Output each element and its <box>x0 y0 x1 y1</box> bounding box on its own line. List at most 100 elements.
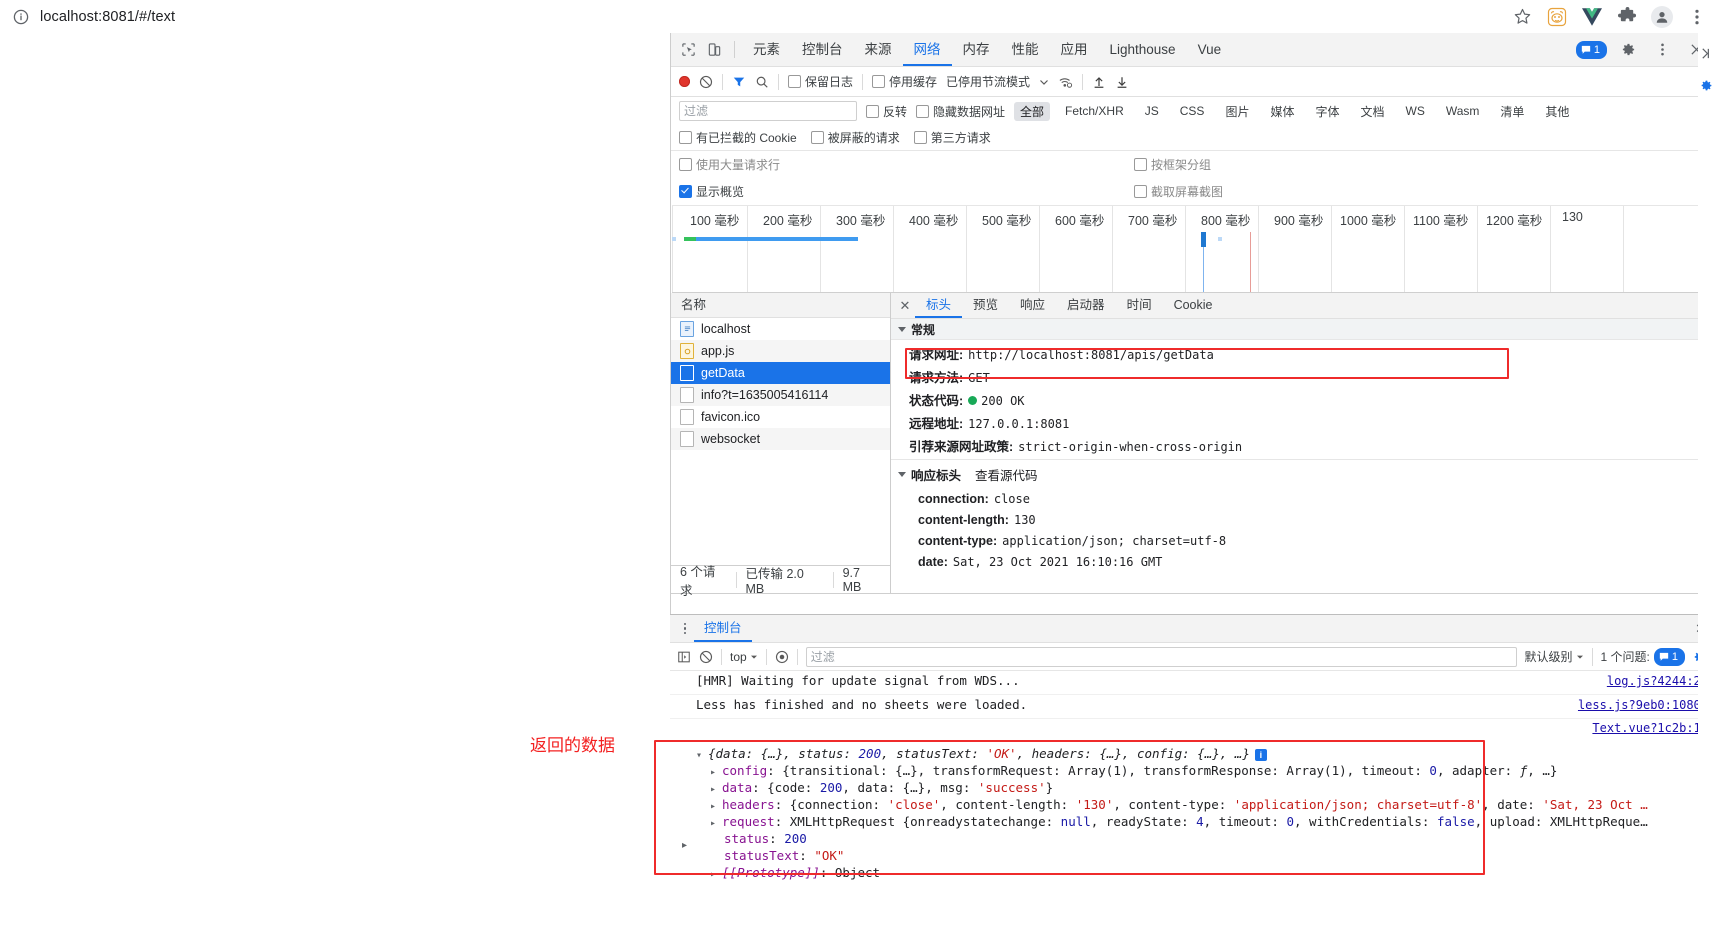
type-filter-all[interactable]: 全部 <box>1014 101 1051 121</box>
type-filter-wasm[interactable]: Wasm <box>1440 103 1486 119</box>
hide-data-urls-checkbox[interactable]: 隐藏数据网址 <box>916 103 1005 120</box>
rail-gear-icon[interactable] <box>1698 75 1714 95</box>
tab-network[interactable]: 网络 <box>903 33 952 66</box>
tab-elements[interactable]: 元素 <box>742 33 791 66</box>
type-filter-doc[interactable]: 文档 <box>1354 102 1390 121</box>
show-overview-checkbox[interactable]: 显示概览 <box>679 183 744 200</box>
tab-sources[interactable]: 来源 <box>854 33 903 66</box>
clear-network-icon[interactable] <box>699 75 713 89</box>
response-headers-section-header[interactable]: 响应标头 查看源代码 <box>891 459 1714 488</box>
info-badge-icon[interactable]: i <box>1254 749 1267 761</box>
console-object-tree[interactable]: ▾ {data: {…}, status: 200, statusText: '… <box>670 737 1714 881</box>
type-filter-other[interactable]: 其他 <box>1539 102 1575 121</box>
profile-avatar-icon[interactable] <box>1651 5 1673 28</box>
record-button-icon[interactable] <box>679 76 690 87</box>
filter-funnel-icon[interactable] <box>732 75 746 89</box>
device-toolbar-icon[interactable] <box>701 37 727 63</box>
detail-tab-response[interactable]: 响应 <box>1009 293 1056 318</box>
drawer-menu-icon[interactable] <box>676 622 694 635</box>
request-row-favicon[interactable]: favicon.ico <box>671 406 890 428</box>
type-filter-js[interactable]: JS <box>1139 103 1165 119</box>
disable-cache-checkbox[interactable]: 停用缓存 <box>872 73 937 90</box>
throttling-select[interactable]: 已停用节流模式 <box>946 73 1030 90</box>
type-filter-css[interactable]: CSS <box>1174 103 1211 119</box>
object-row-config[interactable]: ▸ config : {transitional: {…}, transform… <box>696 762 1714 779</box>
clear-console-icon[interactable] <box>699 650 713 664</box>
close-detail-icon[interactable]: ✕ <box>895 298 915 314</box>
request-row-app-js[interactable]: app.js <box>671 340 890 362</box>
chevron-right-icon[interactable]: ▸ <box>710 767 718 778</box>
invert-filter-checkbox[interactable]: 反转 <box>866 103 907 120</box>
request-row-websocket[interactable]: websocket <box>671 428 890 450</box>
request-row-info[interactable]: info?t=1635005416114 <box>671 384 890 406</box>
object-summary-line[interactable]: ▾ {data: {…}, status: 200, statusText: '… <box>696 745 1714 762</box>
network-conditions-icon[interactable] <box>1058 75 1073 89</box>
view-source-link[interactable]: 查看源代码 <box>975 465 1038 484</box>
third-party-checkbox[interactable]: 第三方请求 <box>913 129 991 146</box>
cow-extension-icon[interactable] <box>1546 6 1568 28</box>
console-filter-input[interactable]: 过滤 <box>805 646 1517 667</box>
console-message-source[interactable]: less.js?9eb0:10805 <box>1578 698 1714 712</box>
console-object-source[interactable]: Text.vue?1c2b:16 <box>1592 721 1714 735</box>
type-filter-media[interactable]: 媒体 <box>1264 102 1300 121</box>
tab-lighthouse[interactable]: Lighthouse <box>1099 33 1187 66</box>
request-row-getdata[interactable]: getData <box>671 362 890 384</box>
type-filter-ws[interactable]: WS <box>1400 103 1431 119</box>
chrome-menu-icon[interactable] <box>1686 6 1708 28</box>
console-message-less[interactable]: Less has finished and no sheets were loa… <box>670 695 1714 719</box>
object-row-prototype[interactable]: ▸ [[Prototype]] : Object <box>696 864 1714 881</box>
chevron-expanded-icon[interactable]: ▾ <box>696 750 704 761</box>
detail-tab-preview[interactable]: 预览 <box>962 293 1009 318</box>
detail-tab-timing[interactable]: 时间 <box>1116 293 1163 318</box>
gear-icon[interactable] <box>1615 37 1641 63</box>
chevron-right-icon[interactable]: ▸ <box>710 801 718 812</box>
export-har-icon[interactable] <box>1115 75 1129 89</box>
type-filter-img[interactable]: 图片 <box>1219 102 1255 121</box>
console-sidebar-icon[interactable] <box>677 650 691 664</box>
object-row-request[interactable]: ▸ request : XMLHttpRequest {onreadystate… <box>696 813 1714 830</box>
console-prompt-chevron-icon[interactable]: ▸ <box>682 840 687 851</box>
vue-devtools-icon[interactable] <box>1581 6 1603 28</box>
network-filter-input[interactable]: 过滤 <box>679 101 857 121</box>
type-filter-font[interactable]: 字体 <box>1309 102 1345 121</box>
general-section-header[interactable]: 常规 <box>891 319 1714 340</box>
chevron-down-icon[interactable] <box>1039 77 1049 87</box>
request-list-header-name[interactable]: 名称 <box>671 293 890 318</box>
group-by-frame-checkbox[interactable]: 按框架分组 <box>1134 156 1211 173</box>
search-icon[interactable] <box>755 75 769 89</box>
extensions-puzzle-icon[interactable] <box>1616 6 1638 28</box>
inspect-element-icon[interactable] <box>675 37 701 63</box>
type-filter-fetch-xhr[interactable]: Fetch/XHR <box>1059 103 1130 119</box>
console-level-select[interactable]: 默认级别 <box>1525 648 1584 665</box>
panel-expand-icon[interactable] <box>1698 43 1714 63</box>
detail-tab-initiator[interactable]: 启动器 <box>1056 293 1116 318</box>
capture-screenshots-checkbox[interactable]: 截取屏幕截图 <box>1134 183 1223 200</box>
live-expression-eye-icon[interactable] <box>775 650 789 664</box>
blocked-cookies-checkbox[interactable]: 有已拦截的 Cookie <box>679 129 797 146</box>
big-request-rows-checkbox[interactable]: 使用大量请求行 <box>679 156 780 173</box>
chevron-right-icon[interactable]: ▸ <box>710 784 718 795</box>
rail-scroll-thumb[interactable] <box>1698 465 1714 485</box>
star-icon[interactable] <box>1511 6 1533 28</box>
import-har-icon[interactable] <box>1092 75 1106 89</box>
tab-application[interactable]: 应用 <box>1050 33 1099 66</box>
console-issues-button[interactable]: 1 个问题: 1 <box>1591 647 1685 666</box>
address-bar-url[interactable]: localhost:8081/#/text <box>40 9 175 25</box>
drawer-tab-console[interactable]: 控制台 <box>694 615 752 642</box>
console-message-hmr[interactable]: [HMR] Waiting for update signal from WDS… <box>670 671 1714 695</box>
preserve-log-checkbox[interactable]: 保留日志 <box>788 73 853 90</box>
blocked-requests-checkbox[interactable]: 被屏蔽的请求 <box>810 129 900 146</box>
chevron-right-icon[interactable]: ▸ <box>710 818 718 829</box>
console-context-select[interactable]: top <box>730 650 758 664</box>
tab-memory[interactable]: 内存 <box>952 33 1001 66</box>
issues-badge[interactable]: 1 <box>1575 40 1607 59</box>
devtools-more-icon[interactable] <box>1649 37 1675 63</box>
detail-tab-headers[interactable]: 标头 <box>915 293 962 318</box>
tab-vue[interactable]: Vue <box>1187 33 1233 66</box>
network-overview-timeline[interactable]: 100 毫秒 200 毫秒 300 毫秒 400 毫秒 500 毫秒 600 毫… <box>672 205 1714 293</box>
detail-tab-cookie[interactable]: Cookie <box>1163 293 1224 318</box>
tab-performance[interactable]: 性能 <box>1001 33 1050 66</box>
site-info-icon[interactable] <box>10 6 32 28</box>
tab-console[interactable]: 控制台 <box>791 33 854 66</box>
chevron-right-icon[interactable]: ▸ <box>710 869 718 880</box>
